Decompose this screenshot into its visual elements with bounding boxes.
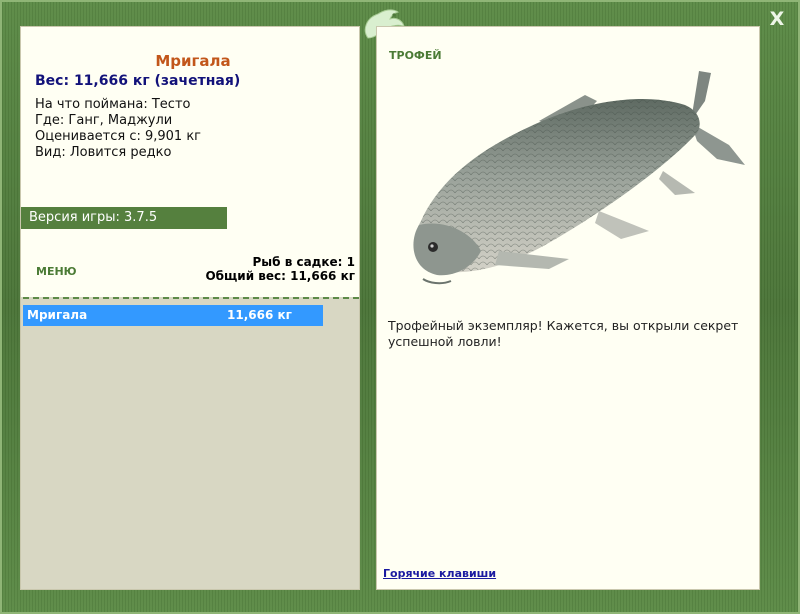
divider: [23, 297, 359, 299]
trophy-panel: ТРОФЕЙ Трофейный экземпляр! Кажется, вы …: [376, 26, 760, 590]
fish-info-area: Мригала Вес: 11,666 кг (зачетная) На что…: [21, 27, 359, 297]
list-item-weight: 11,666 кг: [227, 308, 292, 322]
catch-info-panel: Мригала Вес: 11,666 кг (зачетная) На что…: [20, 26, 360, 590]
fish-weight: Вес: 11,666 кг (зачетная): [35, 73, 241, 89]
close-icon[interactable]: X: [766, 8, 788, 30]
fish-valuation: Оценивается с: 9,901 кг: [35, 129, 202, 144]
game-version: Версия игры: 3.7.5: [21, 207, 227, 229]
list-item-name: Мригала: [27, 308, 88, 322]
fish-image: [413, 71, 745, 285]
trophy-message: Трофейный экземпляр! Кажется, вы открыли…: [388, 318, 739, 349]
fish-title: Мригала: [155, 52, 231, 70]
window-frame: X Мригала Вес: 11,666 кг (зачетная) На ч…: [0, 0, 800, 614]
keepnet-total-weight: Общий вес: 11,666 кг: [205, 269, 355, 283]
keepnet-count: Рыб в садке: 1: [252, 255, 356, 269]
hotkeys-link[interactable]: Горячие клавиши: [383, 567, 496, 580]
menu-label[interactable]: МЕНЮ: [36, 265, 77, 278]
keepnet-list-item[interactable]: Мригала 11,666 кг: [23, 305, 323, 326]
fish-location: Где: Ганг, Маджули: [35, 113, 173, 128]
fish-rarity: Вид: Ловится редко: [35, 145, 172, 160]
fish-bait: На что поймана: Тесто: [35, 97, 191, 112]
